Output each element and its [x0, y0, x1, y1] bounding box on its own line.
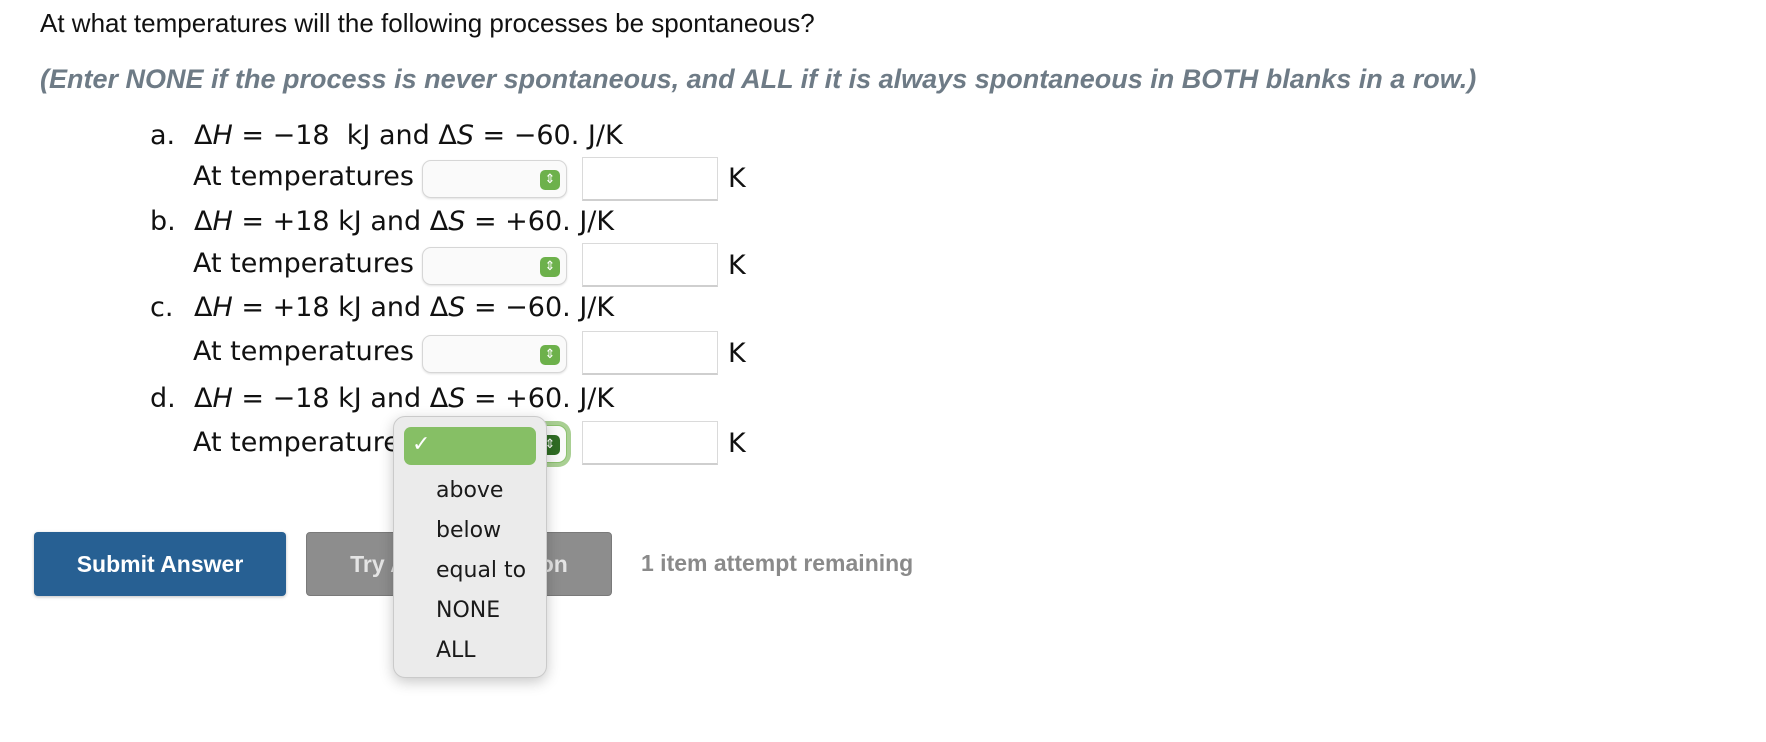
question-text: At what temperatures will the following …	[40, 8, 815, 38]
row-label: At temperatures	[193, 248, 414, 279]
submit-answer-button[interactable]: Submit Answer	[34, 532, 286, 596]
temperature-input-c[interactable]	[582, 331, 718, 375]
row-label: At temperatures	[193, 161, 414, 192]
part-letter: b.	[150, 206, 176, 237]
unit-label: K	[728, 163, 746, 194]
dropdown-option-all[interactable]: ALL	[436, 638, 476, 663]
dh-value: = −18 kJ	[241, 383, 362, 414]
ds-value: = −60. J/K	[482, 120, 623, 151]
unit-label: K	[728, 250, 746, 281]
dropdown-option-above[interactable]: above	[436, 478, 503, 503]
part-d-label: d. ΔH = −18 kJ and ΔS = +60. J/K	[150, 383, 615, 414]
updown-chevron-icon: ⇕	[540, 345, 560, 365]
part-letter: c.	[150, 292, 174, 323]
dropdown-option-below[interactable]: below	[436, 518, 501, 543]
instructions-text: (Enter NONE if the process is never spon…	[40, 64, 1477, 94]
part-b-label: b. ΔH = +18 kJ and ΔS = +60. J/K	[150, 206, 615, 237]
ds-value: = +60. J/K	[473, 383, 615, 414]
dh-value: = +18 kJ	[241, 206, 362, 237]
row-label: At temperatures	[193, 427, 414, 458]
dropdown-option-none[interactable]: NONE	[436, 598, 500, 623]
updown-chevron-icon: ⇕	[540, 257, 560, 277]
dh-value: = −18 kJ	[241, 120, 371, 151]
direction-dropdown-menu: ✓ above below equal to NONE ALL	[393, 416, 547, 678]
part-letter: d.	[150, 383, 176, 414]
temperature-input-d[interactable]	[582, 421, 718, 465]
dh-value: = +18 kJ	[241, 292, 362, 323]
checkmark-icon: ✓	[412, 432, 431, 457]
ds-value: = −60. J/K	[473, 292, 615, 323]
temperature-input-a[interactable]	[582, 157, 718, 201]
temperature-input-b[interactable]	[582, 243, 718, 287]
part-a-label: a. ΔH = −18 kJ and ΔS = −60. J/K	[150, 120, 623, 151]
unit-label: K	[728, 338, 746, 369]
dropdown-option-equal-to[interactable]: equal to	[436, 558, 526, 583]
row-label: At temperatures	[193, 336, 414, 367]
ds-value: = +60. J/K	[473, 206, 615, 237]
direction-select-b[interactable]: ⇕	[422, 247, 567, 285]
dropdown-option-blank-selected[interactable]: ✓	[404, 427, 536, 465]
part-letter: a.	[150, 120, 176, 151]
direction-select-a[interactable]: ⇕	[422, 160, 567, 198]
part-c-label: c. ΔH = +18 kJ and ΔS = −60. J/K	[150, 292, 615, 323]
attempts-remaining-text: 1 item attempt remaining	[641, 550, 914, 576]
updown-chevron-icon: ⇕	[540, 170, 560, 190]
direction-select-c[interactable]: ⇕	[422, 335, 567, 373]
unit-label: K	[728, 428, 746, 459]
